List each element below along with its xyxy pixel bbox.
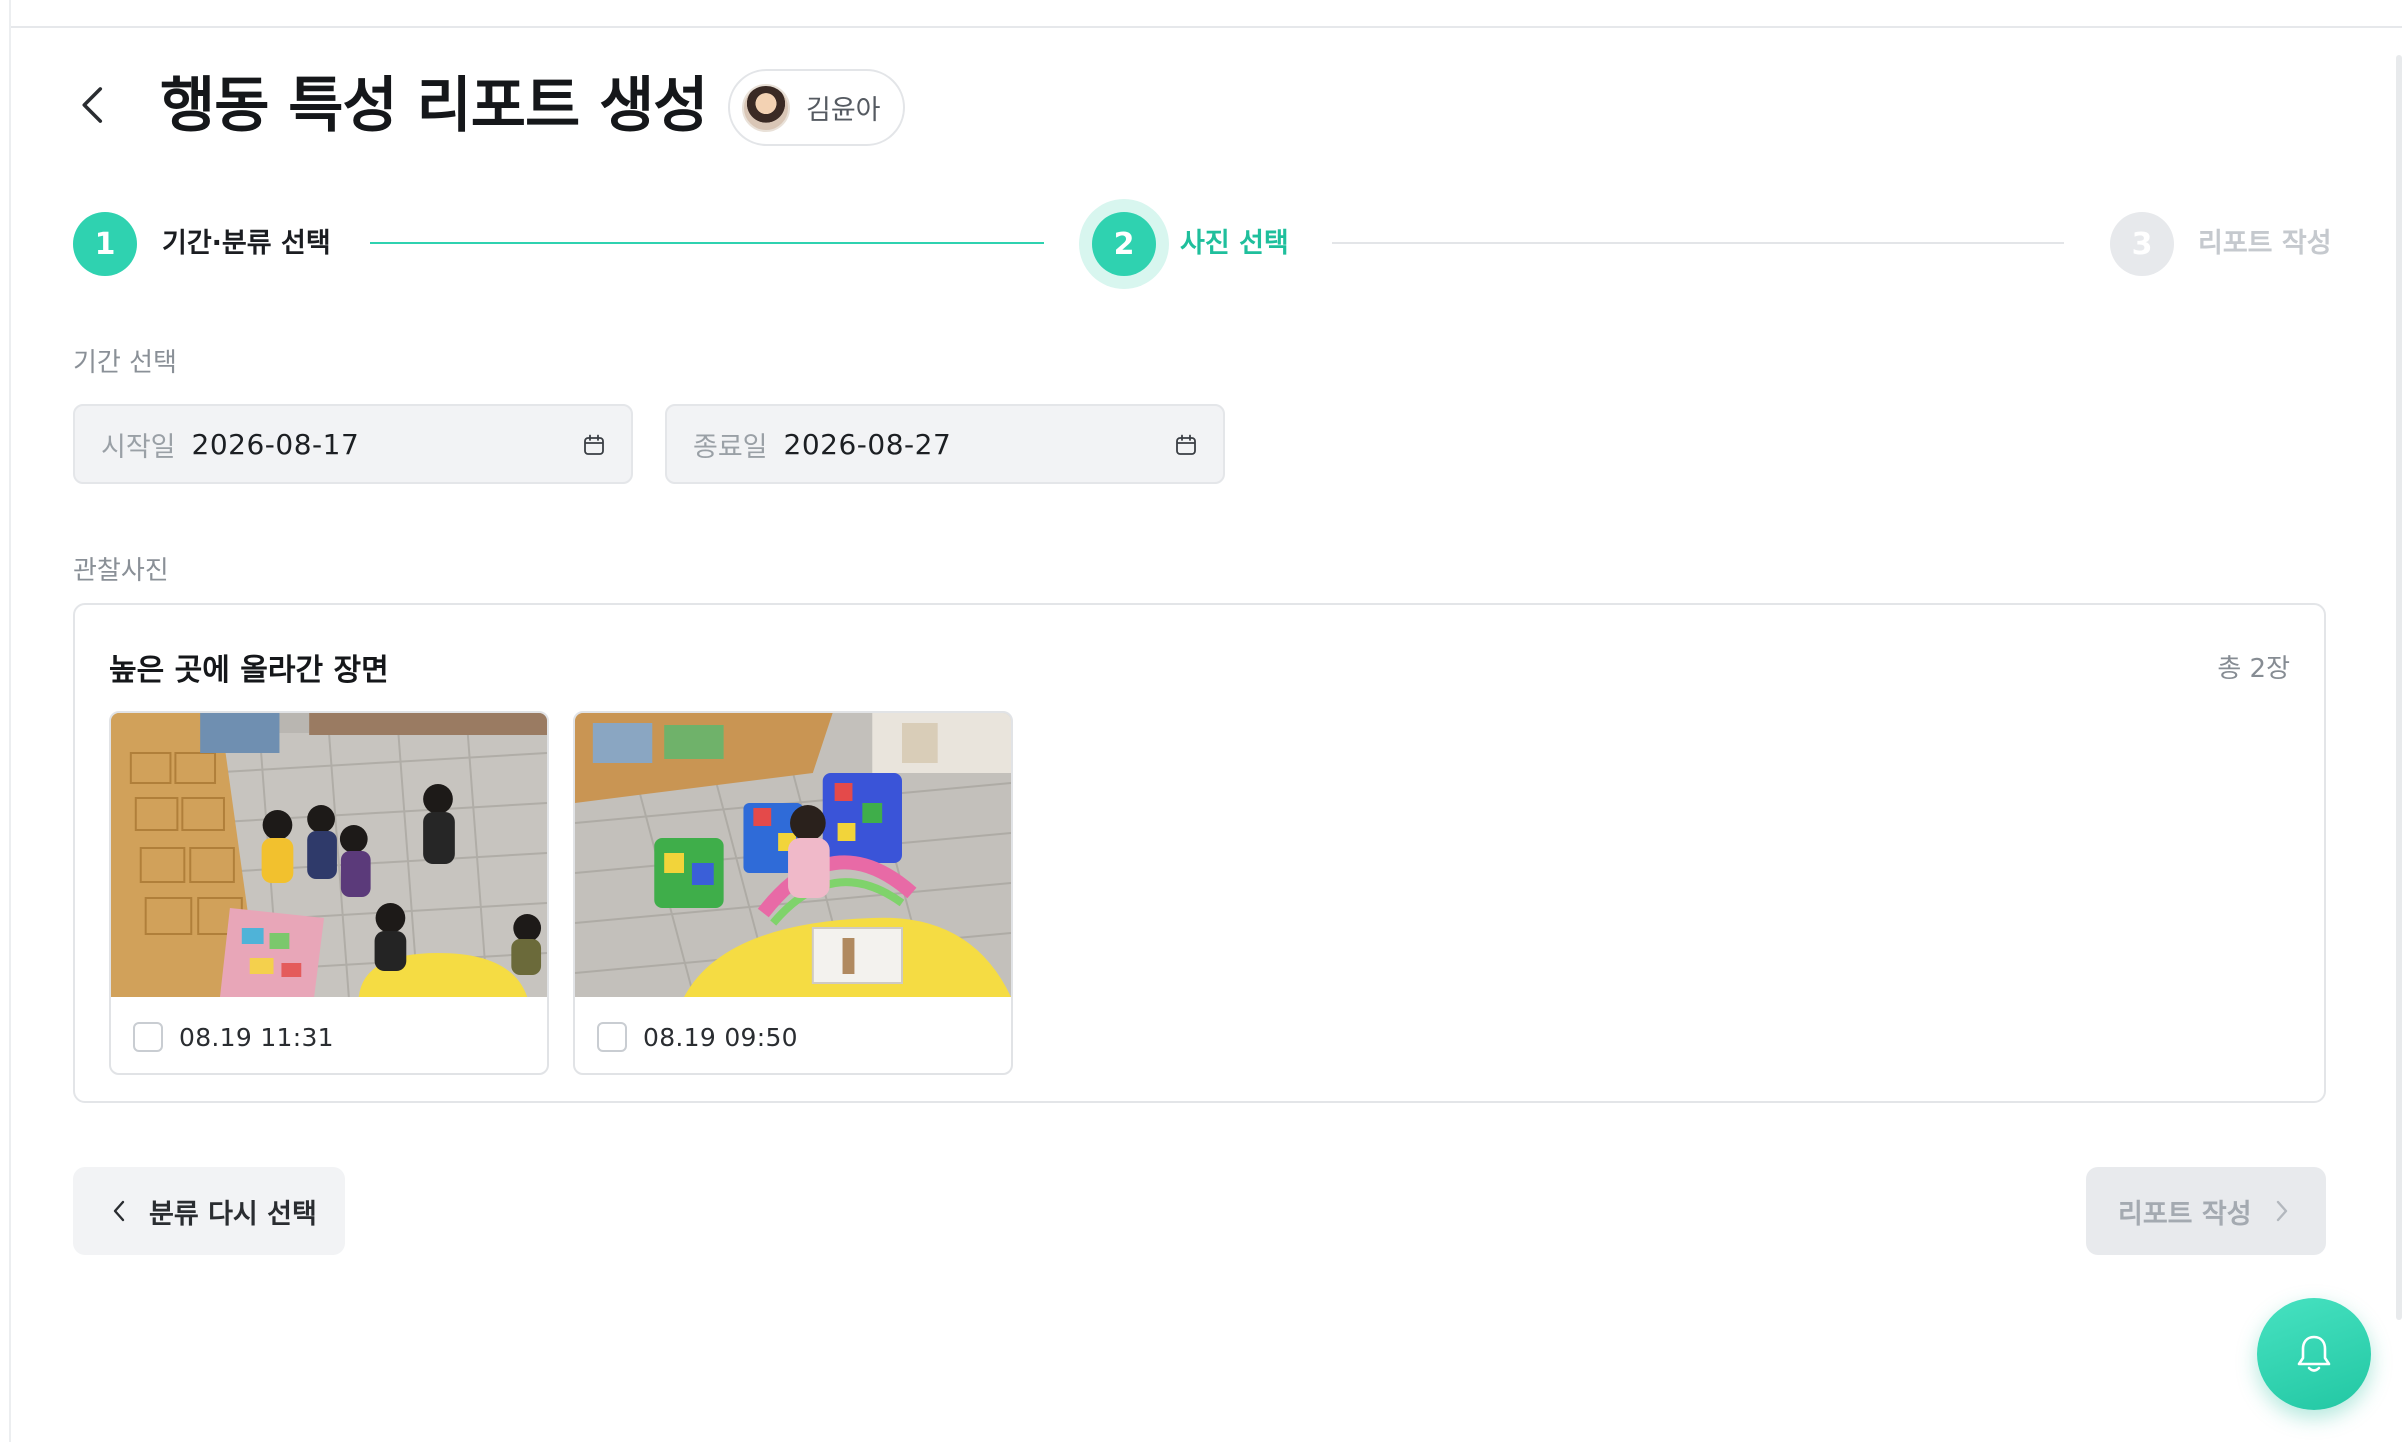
photo-checkbox[interactable]: [133, 1022, 163, 1052]
notification-button[interactable]: [2257, 1298, 2371, 1410]
step-3-number: 3: [2131, 226, 2153, 262]
avatar: [742, 83, 790, 132]
left-divider: [9, 0, 11, 1442]
start-date-field[interactable]: 시작일 2026-08-17: [73, 404, 633, 484]
top-divider: [10, 26, 2402, 28]
child-name: 김윤아: [806, 95, 881, 126]
photo-timestamp: 08.19 09:50: [643, 1022, 798, 1052]
photo-thumbnail[interactable]: [575, 713, 1011, 997]
step-3-indicator: 3: [2110, 212, 2174, 276]
write-report-button[interactable]: 리포트 작성: [2086, 1167, 2326, 1255]
step-connector-2: [1332, 242, 2064, 244]
period-section-label: 기간 선택: [73, 348, 177, 378]
chevron-left-icon: [113, 1200, 125, 1222]
calendar-icon[interactable]: [583, 434, 605, 456]
classroom-photo-image: [111, 713, 547, 997]
page-title: 행동 특성 리포트 생성: [160, 71, 708, 141]
photo-thumbnail[interactable]: [111, 713, 547, 997]
step-1-indicator: 1: [73, 212, 137, 276]
scrollbar[interactable]: [2396, 55, 2402, 1320]
photo-checkbox[interactable]: [597, 1022, 627, 1052]
end-date-prefix: 종료일: [693, 431, 768, 463]
step-2-number: 2: [1113, 226, 1135, 262]
step-2-indicator: 2: [1092, 212, 1156, 276]
photo-meta: 08.19 09:50: [575, 997, 1011, 1073]
photo-group-title: 높은 곳에 올라간 장면: [109, 653, 389, 688]
photo-card[interactable]: 08.19 11:31: [109, 711, 549, 1075]
photo-timestamp: 08.19 11:31: [179, 1022, 334, 1052]
page: 행동 특성 리포트 생성 김윤아 1 기간·분류 선택 2 사진 선택 3 리포…: [0, 0, 2402, 1442]
reselect-category-button[interactable]: 분류 다시 선택: [73, 1167, 345, 1255]
step-connector-1: [370, 242, 1044, 244]
start-date-prefix: 시작일: [101, 431, 176, 463]
classroom-photo-image: [575, 713, 1011, 997]
back-button[interactable]: [70, 82, 116, 128]
photo-group-panel: 높은 곳에 올라간 장면 총 2장 08.19 11:31 08.19 09:5…: [73, 603, 2326, 1103]
write-report-label: 리포트 작성: [2118, 1198, 2252, 1230]
end-date-field[interactable]: 종료일 2026-08-27: [665, 404, 1225, 484]
step-1-number: 1: [94, 226, 116, 262]
chevron-right-icon: [2276, 1200, 2287, 1222]
step-2-label: 사진 선택: [1180, 228, 1289, 259]
child-chip[interactable]: 김윤아: [728, 69, 905, 146]
photos-section-label: 관찰사진: [73, 556, 169, 586]
photo-meta: 08.19 11:31: [111, 997, 547, 1073]
reselect-category-label: 분류 다시 선택: [149, 1198, 317, 1230]
step-3-label: 리포트 작성: [2198, 228, 2332, 259]
photo-count: 총 2장: [2217, 654, 2290, 684]
step-1-label: 기간·분류 선택: [162, 228, 331, 259]
end-date-value: 2026-08-27: [783, 427, 952, 461]
bell-icon: [2297, 1335, 2331, 1372]
calendar-icon[interactable]: [1175, 434, 1197, 456]
photo-card[interactable]: 08.19 09:50: [573, 711, 1013, 1075]
start-date-value: 2026-08-17: [191, 427, 360, 461]
chevron-left-icon: [82, 87, 103, 123]
